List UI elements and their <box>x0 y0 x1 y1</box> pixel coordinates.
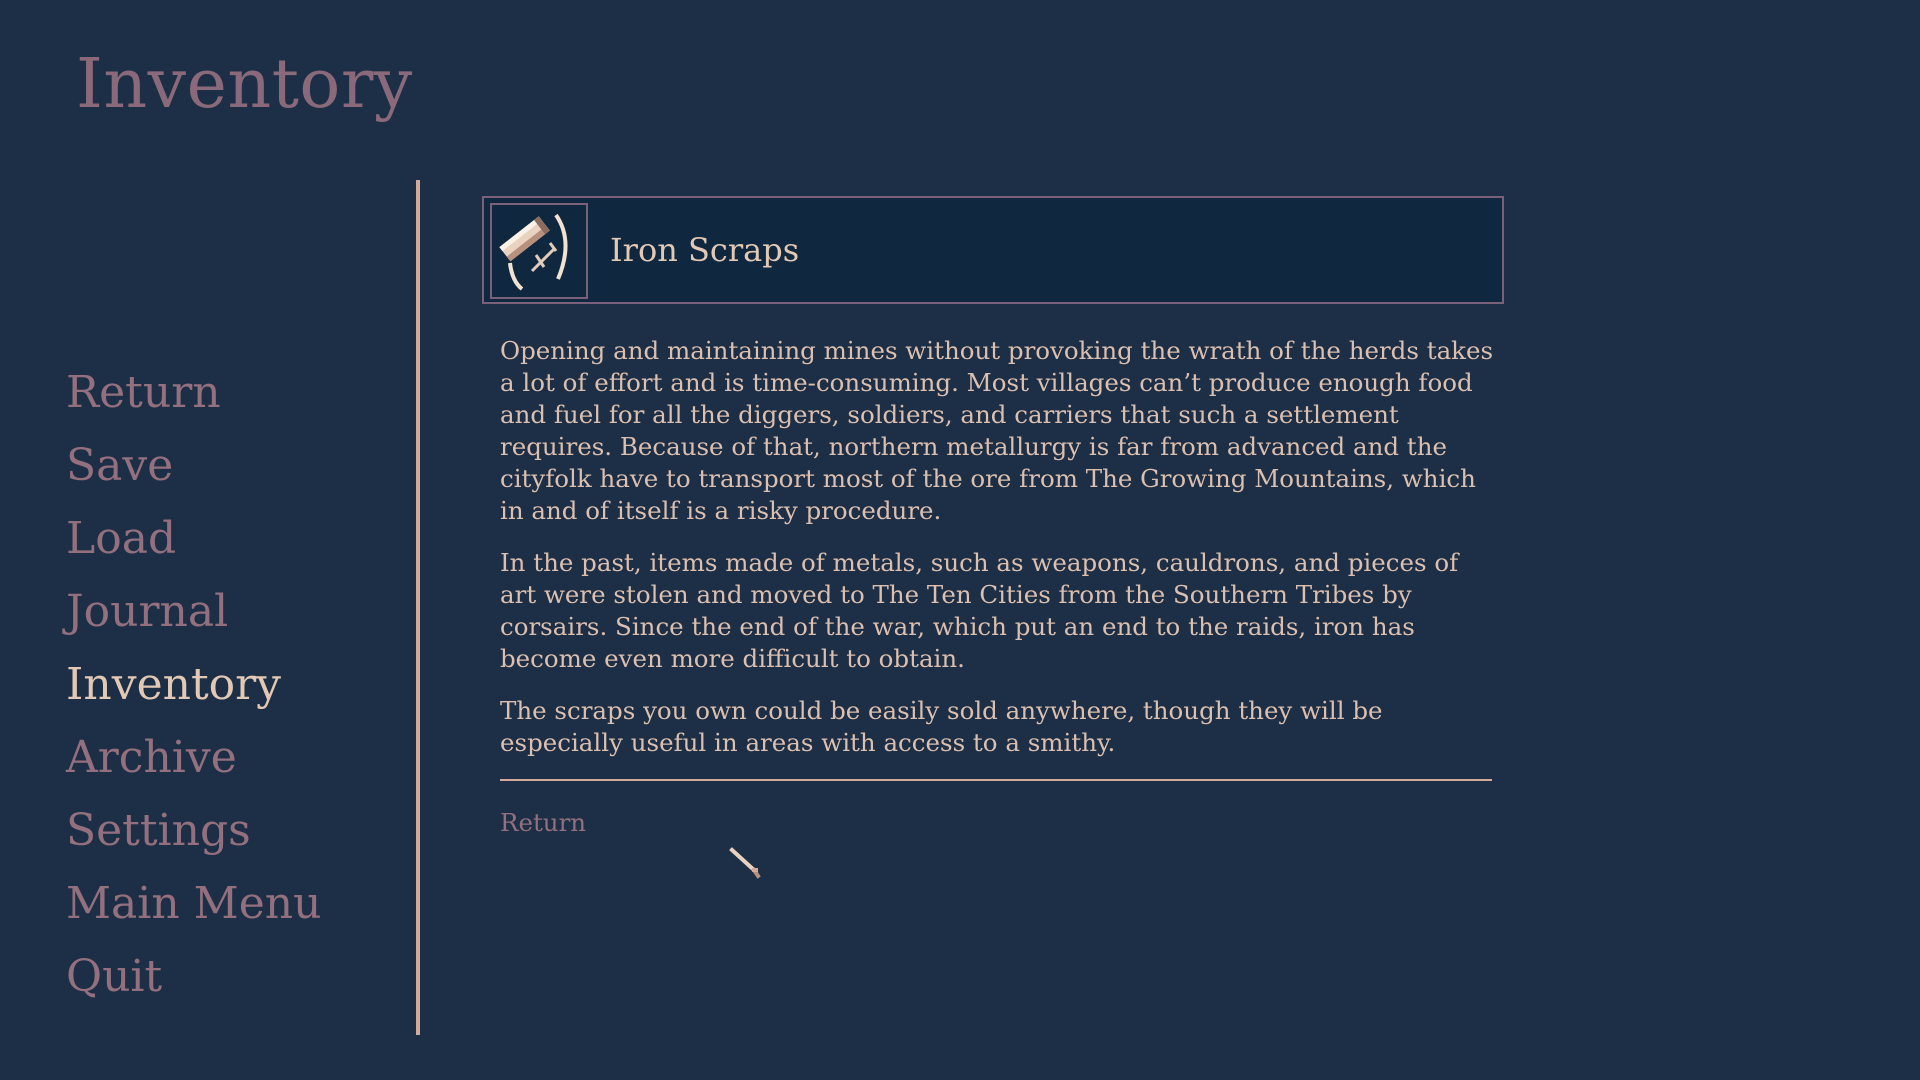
menu-item-return[interactable]: Return <box>66 362 321 435</box>
item-header: Iron Scraps <box>482 196 1504 304</box>
description-divider <box>500 779 1492 781</box>
menu-item-load[interactable]: Load <box>66 508 321 581</box>
item-description: Opening and maintaining mines without pr… <box>500 335 1500 779</box>
page-title: Inventory <box>76 45 413 124</box>
menu-item-journal[interactable]: Journal <box>66 581 321 654</box>
menu-item-main-menu[interactable]: Main Menu <box>66 873 321 946</box>
inventory-screen: Inventory Return Save Load Journal Inven… <box>0 0 1920 1080</box>
menu-item-settings[interactable]: Settings <box>66 800 321 873</box>
menu-item-archive[interactable]: Archive <box>66 727 321 800</box>
description-paragraph: The scraps you own could be easily sold … <box>500 696 1383 757</box>
description-paragraph: In the past, items made of metals, such … <box>500 548 1459 673</box>
return-button[interactable]: Return <box>500 807 586 839</box>
side-menu: Return Save Load Journal Inventory Archi… <box>66 362 321 1019</box>
menu-item-inventory[interactable]: Inventory <box>66 654 321 727</box>
menu-item-save[interactable]: Save <box>66 435 321 508</box>
item-name: Iron Scraps <box>610 231 800 269</box>
cursor-icon <box>728 846 764 882</box>
menu-divider <box>416 180 420 1035</box>
description-paragraph: Opening and maintaining mines without pr… <box>500 336 1494 525</box>
iron-scraps-icon <box>490 203 588 299</box>
menu-item-quit[interactable]: Quit <box>66 946 321 1019</box>
